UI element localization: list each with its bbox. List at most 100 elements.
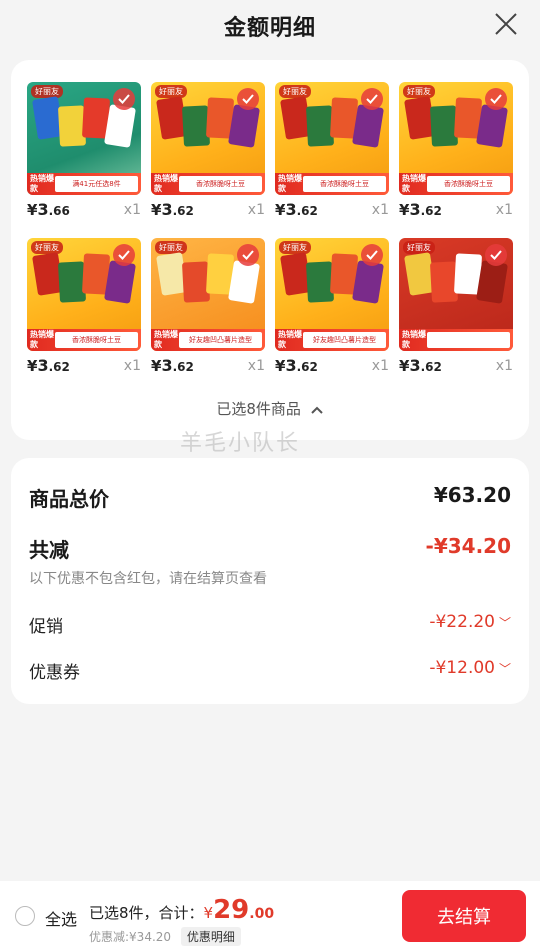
product-desc: 好友趣凹凸薯片造型 — [303, 332, 386, 348]
product-price: ¥3.66 — [27, 200, 70, 219]
reduce-label: 共减 — [29, 538, 69, 562]
product-qty: x1 — [371, 202, 389, 218]
check-icon[interactable] — [361, 244, 383, 266]
product-item[interactable]: 好丽友 热销爆款 香浓酥脆呀土豆 ¥3.62 x1 — [275, 82, 389, 226]
product-bag-image — [104, 104, 136, 148]
close-icon[interactable] — [494, 12, 518, 36]
product-item[interactable]: 好丽友 热销爆款 满41元任选8件 ¥3.66 x1 — [27, 82, 141, 226]
hot-badge: 热销爆款 — [154, 174, 178, 193]
product-qty: x1 — [495, 202, 513, 218]
product-desc: 香浓酥脆呀土豆 — [427, 176, 510, 192]
product-item[interactable]: 好丽友 热销爆款 好友趣凹凸薯片造型 ¥3.62 x1 — [275, 238, 389, 382]
product-qty: x1 — [123, 202, 141, 218]
brand-logo: 好丽友 — [155, 85, 187, 98]
product-bag-image — [352, 104, 384, 148]
product-qty: x1 — [123, 358, 141, 374]
check-icon[interactable] — [237, 88, 259, 110]
coupon-value-wrap: -¥12.00 ﹀ — [429, 658, 511, 678]
check-icon[interactable] — [485, 88, 507, 110]
discount-note-text: 以下优惠不包含红包，请在结算页查看 — [29, 571, 267, 587]
selected-items-toggle[interactable]: 已选8件商品 — [11, 398, 529, 419]
promo-row[interactable]: 促销 -¥22.20 ﹀ — [29, 612, 511, 638]
total-int: 29 — [213, 895, 250, 925]
chevron-down-icon: ﹀ — [498, 616, 511, 630]
product-bag-image — [228, 104, 260, 148]
bottom-bar: 全选 已选8件，合计：¥29.00 优惠减:¥34.20 优惠明细 去结算 — [0, 881, 540, 951]
hot-badge: 热销爆款 — [278, 174, 302, 193]
check-icon[interactable] — [485, 244, 507, 266]
discount-summary: 优惠减:¥34.20 优惠明细 — [89, 927, 241, 946]
price-dec: .62 — [48, 360, 70, 374]
hot-badge: 热销爆款 — [30, 330, 54, 349]
currency-symbol: ¥ — [275, 357, 286, 375]
discount-note: 以下优惠不包含红包，请在结算页查看 — [29, 568, 511, 588]
price-int: 3 — [409, 356, 421, 375]
product-item[interactable]: 好丽友 热销爆款 ¥3.62 x1 — [399, 238, 513, 382]
check-icon[interactable] — [237, 244, 259, 266]
product-item[interactable]: 好丽友 热销爆款 香浓酥脆呀土豆 ¥3.62 x1 — [399, 82, 513, 226]
product-item[interactable]: 好丽友 热销爆款 香浓酥脆呀土豆 ¥3.62 x1 — [27, 238, 141, 382]
product-qty: x1 — [495, 358, 513, 374]
total-summary: 已选8件，合计：¥29.00 — [89, 895, 274, 925]
price-row: ¥3.66 x1 — [27, 200, 141, 222]
brand-logo: 好丽友 — [31, 241, 63, 254]
price-row: ¥3.62 x1 — [151, 200, 265, 222]
product-desc: 好友趣凹凸薯片造型 — [179, 332, 262, 348]
discount-detail-button[interactable]: 优惠明细 — [180, 927, 241, 946]
price-int: 3 — [37, 356, 49, 375]
product-desc — [427, 332, 510, 348]
check-icon[interactable] — [361, 88, 383, 110]
coupon-row[interactable]: 优惠券 -¥12.00 ﹀ — [29, 658, 511, 684]
price-row: ¥3.62 x1 — [151, 356, 265, 378]
promo-value-wrap: -¥22.20 ﹀ — [429, 612, 511, 632]
promo-banner: 热销爆款 香浓酥脆呀土豆 — [399, 173, 513, 195]
check-icon[interactable] — [113, 244, 135, 266]
product-item[interactable]: 好丽友 热销爆款 香浓酥脆呀土豆 ¥3.62 x1 — [151, 82, 265, 226]
brand-logo: 好丽友 — [403, 241, 435, 254]
price-int: 3 — [37, 200, 49, 219]
product-bag-image — [228, 260, 260, 304]
hot-badge: 热销爆款 — [402, 330, 426, 349]
price-dec: .62 — [296, 204, 318, 218]
price-dec: .62 — [420, 360, 442, 374]
product-desc: 香浓酥脆呀土豆 — [55, 332, 138, 348]
discount-text: 优惠减:¥34.20 — [89, 930, 172, 944]
price-dec: .62 — [420, 204, 442, 218]
currency-symbol: ¥ — [203, 904, 214, 922]
total-row: 商品总价 ¥63.20 — [29, 483, 511, 511]
currency-symbol: ¥ — [151, 201, 162, 219]
product-price: ¥3.62 — [151, 200, 194, 219]
select-all-radio[interactable] — [15, 906, 35, 926]
summary-prefix: 已选8件，合计： — [89, 904, 204, 922]
product-price: ¥3.62 — [151, 356, 194, 375]
product-price: ¥3.62 — [399, 356, 442, 375]
promo-label: 促销 — [29, 617, 63, 637]
product-image: 好丽友 热销爆款 好友趣凹凸薯片造型 — [275, 238, 389, 351]
promo-value: -¥22.20 — [429, 612, 495, 632]
promo-banner: 热销爆款 香浓酥脆呀土豆 — [275, 173, 389, 195]
product-bag-image — [476, 104, 508, 148]
total-label: 商品总价 — [29, 487, 109, 511]
page-title: 金额明细 — [223, 16, 316, 41]
product-qty: x1 — [247, 358, 265, 374]
product-image: 好丽友 热销爆款 香浓酥脆呀土豆 — [399, 82, 513, 195]
checkout-button[interactable]: 去结算 — [402, 890, 526, 942]
select-all-label[interactable]: 全选 — [45, 906, 77, 930]
price-dec: .62 — [172, 204, 194, 218]
currency-symbol: ¥ — [27, 357, 38, 375]
product-list-card: 好丽友 热销爆款 满41元任选8件 ¥3.66 x1 好丽友 热销爆款 香浓酥脆… — [11, 60, 529, 440]
brand-logo: 好丽友 — [155, 241, 187, 254]
hot-badge: 热销爆款 — [278, 330, 302, 349]
price-row: ¥3.62 x1 — [399, 356, 513, 378]
hot-badge: 热销爆款 — [30, 174, 54, 193]
product-bag-image — [104, 260, 136, 304]
brand-logo: 好丽友 — [279, 241, 311, 254]
currency-symbol: ¥ — [275, 201, 286, 219]
product-item[interactable]: 好丽友 热销爆款 好友趣凹凸薯片造型 ¥3.62 x1 — [151, 238, 265, 382]
reduce-value: -¥34.20 — [425, 534, 511, 558]
price-int: 3 — [409, 200, 421, 219]
check-icon[interactable] — [113, 88, 135, 110]
product-image: 好丽友 热销爆款 满41元任选8件 — [27, 82, 141, 195]
total-dec: .00 — [249, 906, 275, 922]
brand-logo: 好丽友 — [279, 85, 311, 98]
